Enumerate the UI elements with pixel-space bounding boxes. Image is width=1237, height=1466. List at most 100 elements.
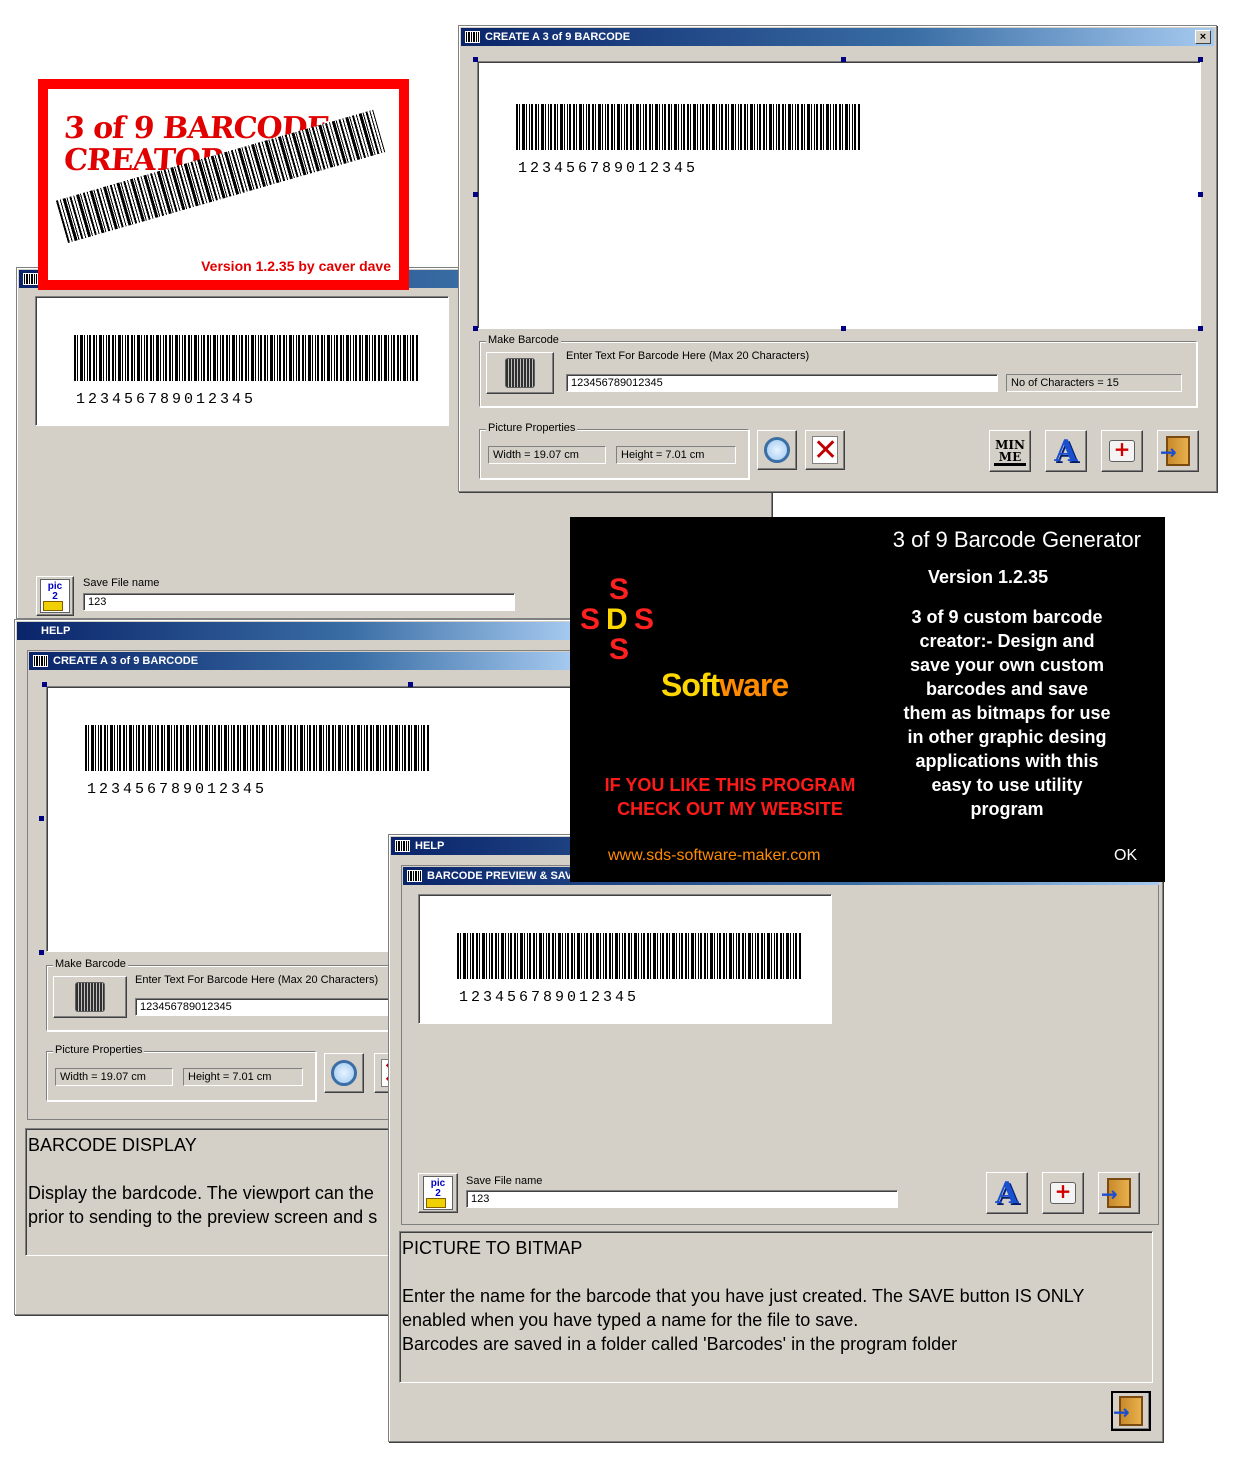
height-display: Height = 7.01 cm: [616, 446, 736, 464]
make-barcode-button: [53, 976, 127, 1018]
about-desc-line: them as bitmaps for use: [903, 703, 1111, 723]
barcode-preview-panel: 123456789012345: [35, 296, 449, 426]
min-me-icon: MIN ME: [994, 438, 1026, 466]
barcode-image: [85, 725, 429, 771]
help-left-titlebar[interactable]: HELP: [17, 622, 573, 640]
ok-button[interactable]: OK: [1114, 847, 1137, 865]
barcode-app-icon: [407, 870, 422, 882]
save-file-name-input: 123: [466, 1190, 898, 1208]
create-barcode-titlebar[interactable]: CREATE A 3 of 9 BARCODE ×: [461, 28, 1214, 46]
help-exit-button[interactable]: [1111, 1391, 1151, 1431]
help-right-inner-title: BARCODE PREVIEW & SAVE: [427, 870, 580, 882]
pic-to-bmp-icon: pic 2: [40, 579, 70, 613]
resize-handle-ml: [39, 816, 44, 821]
make-barcode-group-label: Make Barcode: [486, 334, 561, 346]
help-right-text: PICTURE TO BITMAP Enter the name for the…: [399, 1231, 1153, 1383]
about-desc-line: 3 of 9 custom barcode: [911, 607, 1103, 627]
help-button: [1042, 1172, 1084, 1214]
resize-handle-tl[interactable]: [473, 57, 478, 62]
barcode-number: 123456789012345: [518, 160, 699, 177]
promo-line1: IF YOU LIKE THIS PROGRAM: [604, 775, 856, 795]
resize-handle-tm[interactable]: [841, 57, 846, 62]
make-barcode-group: Make Barcode Enter Text For Barcode Here…: [479, 334, 1197, 407]
exit-button: [1098, 1172, 1140, 1214]
exit-door-icon: [1101, 1178, 1131, 1208]
picture-properties-group-label: Picture Properties: [486, 422, 578, 434]
save-file-name-input[interactable]: 123: [83, 593, 515, 611]
save-file-name-label: Save File name: [466, 1175, 543, 1187]
barcode-viewport[interactable]: 123456789012345: [477, 61, 1201, 329]
resize-handle-br[interactable]: [1198, 326, 1203, 331]
help-left-picture-properties-group: Picture Properties Width = 19.07 cm Heig…: [46, 1044, 316, 1101]
about-description: 3 of 9 custom barcode creator:- Design a…: [880, 605, 1134, 821]
about-desc-line: in other graphic desing: [907, 727, 1107, 747]
help-right-line2: enabled when you have typed a name for t…: [402, 1310, 859, 1330]
barcode-image: [516, 104, 860, 150]
resize-handle-tm: [408, 682, 413, 687]
sds-letter: S: [580, 603, 601, 636]
about-dialog: 3 of 9 Barcode Generator Version 1.2.35 …: [570, 517, 1165, 882]
clear-button[interactable]: [805, 430, 845, 470]
help-left-inner-title: CREATE A 3 of 9 BARCODE: [53, 655, 199, 667]
picture-properties-group: Picture Properties Width = 19.07 cm Heig…: [479, 422, 749, 479]
about-title: 3 of 9 Barcode Generator: [892, 527, 1141, 552]
make-barcode-button[interactable]: [486, 352, 554, 394]
help-right-line3: Barcodes are saved in a folder called 'B…: [402, 1334, 958, 1354]
barcode-app-icon: [23, 273, 38, 285]
about-desc-line: easy to use utility: [931, 775, 1083, 795]
about-version: Version 1.2.35: [928, 567, 1049, 587]
first-aid-icon: [1109, 437, 1135, 462]
promo-text: IF YOU LIKE THIS PROGRAM CHECK OUT MY WE…: [590, 773, 870, 821]
resize-handle-bm[interactable]: [841, 326, 846, 331]
preview-button: [324, 1053, 364, 1093]
barcode-app-icon: [33, 655, 48, 667]
barcode-image: [74, 335, 418, 381]
width-display: Width = 19.07 cm: [55, 1068, 173, 1086]
sds-letter: S: [634, 603, 655, 636]
software-word-right: ware: [719, 667, 789, 703]
enter-text-label: Enter Text For Barcode Here (Max 20 Char…: [566, 350, 810, 362]
resize-handle-bl[interactable]: [473, 326, 478, 331]
about-desc-line: program: [970, 799, 1044, 819]
resize-handle-bl: [39, 950, 44, 955]
create-barcode-title: CREATE A 3 of 9 BARCODE: [485, 31, 631, 43]
help-button[interactable]: [1101, 430, 1143, 472]
preview-button[interactable]: [757, 430, 797, 470]
about-desc-line: save your own custom: [909, 655, 1105, 675]
resize-handle-tr[interactable]: [1198, 57, 1203, 62]
website-link[interactable]: www.sds-software-maker.com: [608, 847, 821, 865]
sds-logo: S S D S S: [578, 573, 668, 673]
height-display: Height = 7.01 cm: [183, 1068, 303, 1086]
about-button: A: [986, 1172, 1028, 1214]
save-bitmap-button[interactable]: pic 2: [36, 576, 74, 616]
save-bitmap-button: pic 2: [418, 1173, 458, 1213]
exit-door-icon: [1113, 1396, 1143, 1426]
pic-to-bmp-icon: pic 2: [423, 1176, 453, 1210]
resize-handle-ml[interactable]: [473, 192, 478, 197]
barcode-text-input[interactable]: 123456789012345: [566, 374, 998, 392]
about-desc-line: creator:- Design and: [919, 631, 1095, 651]
about-button[interactable]: A: [1045, 430, 1087, 472]
close-button[interactable]: ×: [1195, 30, 1211, 44]
magnifier-icon: [331, 1060, 357, 1086]
resize-handle-mr[interactable]: [1198, 192, 1203, 197]
barcode-scanner-icon: [505, 358, 535, 388]
barcode-app-icon: [465, 31, 480, 43]
barcode-number: 123456789012345: [87, 781, 268, 798]
create-barcode-window: CREATE A 3 of 9 BARCODE × 12345678901234…: [458, 25, 1217, 492]
barcode-number: 123456789012345: [76, 391, 257, 408]
promo-line2: CHECK OUT MY WEBSITE: [617, 799, 843, 819]
letter-a-icon: A: [1054, 433, 1078, 469]
sds-letter: S: [609, 633, 630, 666]
exit-door-icon: [1160, 436, 1190, 466]
logo-version: Version 1.2.35 by caver dave: [201, 258, 391, 274]
help-right-heading: PICTURE TO BITMAP: [402, 1238, 583, 1258]
minimise-button[interactable]: MIN ME: [989, 430, 1031, 472]
exit-button[interactable]: [1157, 430, 1199, 472]
about-desc-line: applications with this: [915, 751, 1099, 771]
help-right-line1: Enter the name for the barcode that you …: [402, 1286, 1085, 1306]
help-right-title: HELP: [415, 840, 445, 852]
barcode-app-icon: [395, 840, 410, 852]
magnifier-icon: [764, 437, 790, 463]
barcode-number: 123456789012345: [459, 989, 640, 1006]
